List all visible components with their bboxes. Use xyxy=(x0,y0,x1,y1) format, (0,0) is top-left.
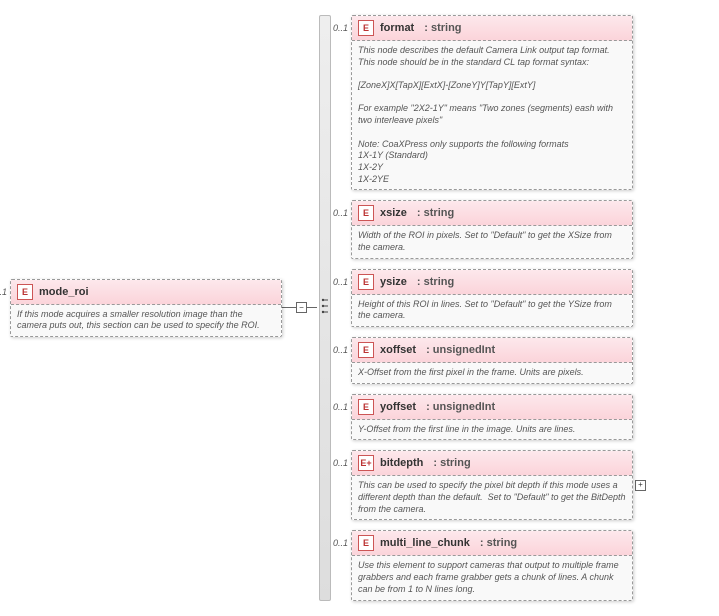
element-badge: E xyxy=(358,274,374,290)
occurrence-label: 0..1 xyxy=(333,277,348,287)
element-badge: E xyxy=(358,399,374,415)
sequence-container xyxy=(319,15,331,601)
schema-diagram: 0..1 E mode_roi If this mode acquires a … xyxy=(10,10,719,606)
element-ysize: 0..1 E ysize string Height of this ROI i… xyxy=(351,269,633,327)
element-type: string xyxy=(424,22,461,34)
element-type: string xyxy=(417,207,454,219)
element-badge: E xyxy=(358,535,374,551)
element-description: This can be used to specify the pixel bi… xyxy=(352,476,632,519)
element-mode-roi: 0..1 E mode_roi If this mode acquires a … xyxy=(10,279,282,337)
element-xoffset: 0..1 E xoffset unsignedInt X-Offset from… xyxy=(351,337,633,384)
element-name: yoffset xyxy=(380,401,416,413)
occurrence-label: 0..1 xyxy=(333,345,348,355)
element-format: 0..1 E format string This node describes… xyxy=(351,15,633,190)
element-badge: E xyxy=(358,205,374,221)
element-name: mode_roi xyxy=(39,286,89,298)
occurrence-label: 0..1 xyxy=(0,287,7,297)
occurrence-label: 0..1 xyxy=(333,458,348,468)
element-type: unsignedInt xyxy=(426,401,495,413)
element-badge: E xyxy=(358,342,374,358)
element-type: string xyxy=(433,457,470,469)
element-badge: E xyxy=(358,20,374,36)
element-description: Y-Offset from the first line in the imag… xyxy=(352,420,632,440)
element-name: xoffset xyxy=(380,344,416,356)
occurrence-label: 0..1 xyxy=(333,402,348,412)
element-description: X-Offset from the first pixel in the fra… xyxy=(352,363,632,383)
element-name: bitdepth xyxy=(380,457,423,469)
connector xyxy=(282,307,296,308)
element-description: Height of this ROI in lines. Set to "Def… xyxy=(352,295,632,326)
element-description: Use this element to support cameras that… xyxy=(352,556,632,599)
occurrence-label: 0..1 xyxy=(333,208,348,218)
element-badge: E xyxy=(17,284,33,300)
element-type: string xyxy=(480,537,517,549)
occurrence-label: 0..1 xyxy=(333,538,348,548)
element-description: This node describes the default Camera L… xyxy=(352,41,632,189)
sequence-icon xyxy=(321,296,329,319)
element-name: format xyxy=(380,22,414,34)
element-badge: E+ xyxy=(358,455,374,471)
element-yoffset: 0..1 E yoffset unsignedInt Y-Offset from… xyxy=(351,394,633,441)
occurrence-label: 0..1 xyxy=(333,23,348,33)
element-name: xsize xyxy=(380,207,407,219)
element-type: string xyxy=(417,276,454,288)
collapse-toggle[interactable]: − xyxy=(296,302,307,313)
element-xsize: 0..1 E xsize string Width of the ROI in … xyxy=(351,200,633,258)
element-name: ysize xyxy=(380,276,407,288)
element-bitdepth: 0..1 E+ bitdepth string This can be used… xyxy=(351,450,633,520)
element-name: multi_line_chunk xyxy=(380,537,470,549)
expand-toggle[interactable]: + xyxy=(635,480,646,491)
element-description: If this mode acquires a smaller resoluti… xyxy=(11,305,281,336)
element-multi_line_chunk: 0..1 E multi_line_chunk string Use this … xyxy=(351,530,633,600)
connector xyxy=(307,307,317,308)
element-description: Width of the ROI in pixels. Set to "Defa… xyxy=(352,226,632,257)
element-type: unsignedInt xyxy=(426,344,495,356)
